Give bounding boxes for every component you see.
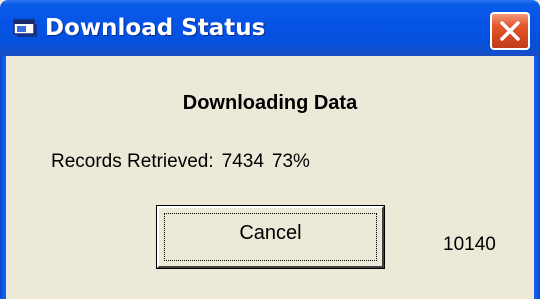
records-label: Records Retrieved: — [51, 151, 214, 172]
window-title: Download Status — [45, 15, 266, 41]
window-app-icon — [13, 19, 37, 37]
records-percent: 73% — [271, 151, 310, 172]
records-status: Records Retrieved: 7434 73% — [51, 151, 310, 173]
dialog-heading: Downloading Data — [182, 92, 358, 114]
close-button[interactable] — [490, 12, 530, 50]
close-icon — [500, 21, 520, 41]
download-status-window: Download Status Downloading Data Records… — [0, 0, 540, 299]
total-count: 10140 — [443, 234, 496, 255]
cancel-button-label: Cancel — [239, 222, 302, 244]
cancel-button[interactable]: Cancel — [157, 206, 384, 268]
title-bar[interactable]: Download Status — [0, 0, 540, 56]
records-count: 7434 — [221, 151, 264, 172]
